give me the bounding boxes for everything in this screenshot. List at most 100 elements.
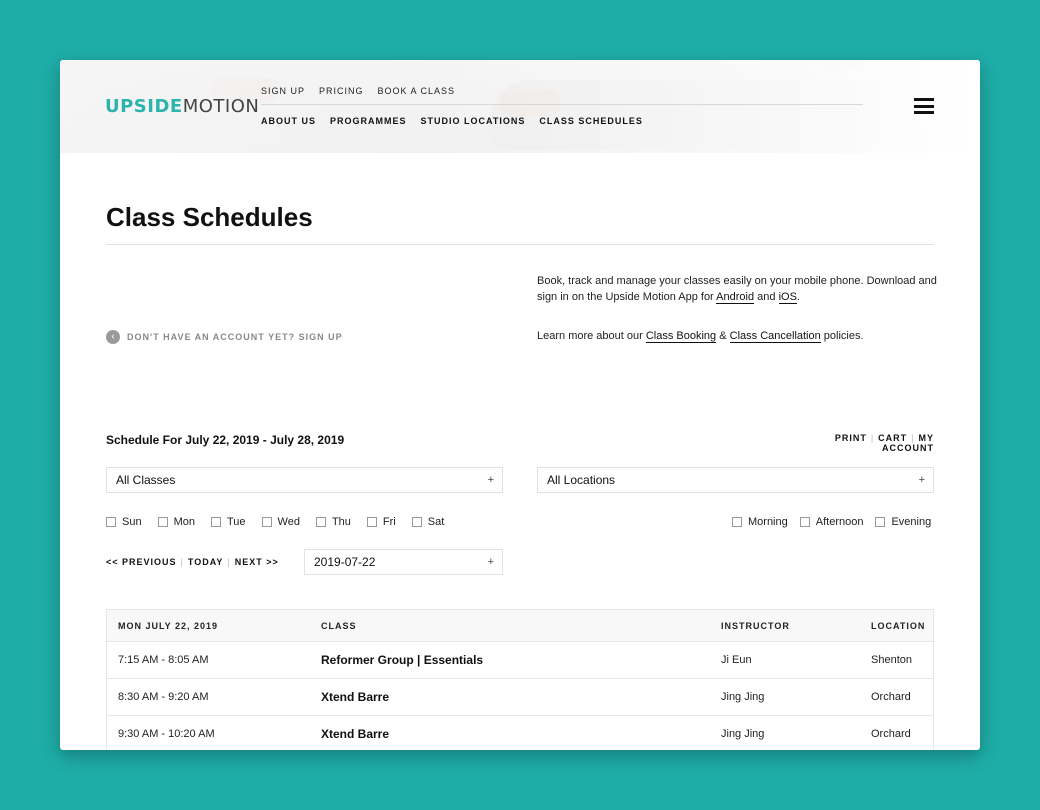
next-week-link[interactable]: NEXT >> bbox=[235, 557, 279, 567]
day-checkbox-tue[interactable]: Tue bbox=[210, 516, 246, 528]
header-class: CLASS bbox=[321, 621, 357, 631]
checkbox-icon bbox=[732, 517, 742, 527]
day-checkbox-thu[interactable]: Thu bbox=[315, 516, 351, 528]
class-location: Orchard bbox=[871, 691, 911, 703]
policy-paragraph: Learn more about our Class Booking & Cla… bbox=[537, 328, 937, 344]
checkbox-label: Thu bbox=[331, 516, 351, 528]
class-name[interactable]: Xtend Barre bbox=[321, 727, 389, 741]
class-booking-link[interactable]: Class Booking bbox=[645, 330, 717, 343]
class-instructor: Jing Jing bbox=[721, 691, 765, 703]
checkbox-icon bbox=[799, 517, 810, 527]
checkbox-icon bbox=[366, 517, 377, 527]
class-cancellation-link[interactable]: Class Cancellation bbox=[729, 330, 821, 343]
nav-class-schedules[interactable]: CLASS SCHEDULES bbox=[539, 116, 643, 126]
day-checkbox-sat[interactable]: Sat bbox=[411, 516, 445, 528]
checkbox-icon bbox=[261, 517, 272, 527]
checkbox-icon bbox=[411, 517, 422, 527]
class-name[interactable]: Xtend Barre bbox=[321, 690, 389, 704]
schedule-table: MON JULY 22, 2019 CLASS INSTRUCTOR LOCAT… bbox=[106, 609, 934, 750]
location-filter-select[interactable]: All Locations + bbox=[537, 467, 934, 493]
logo-upside: UPSIDE bbox=[105, 96, 183, 117]
table-header: MON JULY 22, 2019 CLASS INSTRUCTOR LOCAT… bbox=[107, 610, 933, 642]
checkbox-label: Sun bbox=[122, 516, 142, 528]
class-instructor: Jing Jing bbox=[721, 728, 765, 740]
checkbox-icon bbox=[875, 517, 886, 527]
nav-programmes[interactable]: PROGRAMMES bbox=[330, 116, 407, 126]
nav-studio-locations[interactable]: STUDIO LOCATIONS bbox=[421, 116, 526, 126]
checkbox-icon bbox=[157, 517, 168, 527]
checkbox-label: Tue bbox=[226, 516, 246, 528]
checkbox-label: Afternoon bbox=[815, 516, 864, 528]
date-picker[interactable]: 2019-07-22 + bbox=[304, 549, 503, 575]
nav-sign-up[interactable]: SIGN UP bbox=[261, 86, 305, 96]
top-nav: SIGN UP PRICING BOOK A CLASS bbox=[261, 86, 455, 96]
separator: | bbox=[911, 433, 915, 443]
time-filters: Morning Afternoon Evening bbox=[732, 516, 931, 528]
class-time: 9:30 AM - 10:20 AM bbox=[118, 728, 215, 740]
today-link[interactable]: TODAY bbox=[188, 557, 224, 567]
separator: | bbox=[180, 557, 184, 567]
title-divider bbox=[106, 244, 934, 245]
day-filters: Sun Mon Tue Wed Thu Fri Sat bbox=[106, 516, 460, 528]
checkbox-icon bbox=[315, 517, 326, 527]
class-time: 8:30 AM - 9:20 AM bbox=[118, 691, 209, 703]
time-checkbox-afternoon[interactable]: Afternoon bbox=[799, 516, 864, 528]
checkbox-label: Fri bbox=[382, 516, 396, 528]
signup-link[interactable]: ‹ DON'T HAVE AN ACCOUNT YET? SIGN UP bbox=[106, 330, 343, 344]
day-checkbox-sun[interactable]: Sun bbox=[106, 516, 142, 528]
nav-about-us[interactable]: ABOUT US bbox=[261, 116, 316, 126]
checkbox-label: Morning bbox=[748, 516, 788, 528]
account-links: PRINT | CART | MY ACCOUNT bbox=[790, 433, 934, 453]
day-checkbox-fri[interactable]: Fri bbox=[366, 516, 396, 528]
table-row[interactable]: 7:15 AM - 8:05 AM Reformer Group | Essen… bbox=[107, 642, 933, 679]
table-row[interactable]: 9:30 AM - 10:20 AM Xtend Barre Jing Jing… bbox=[107, 716, 933, 750]
page-title: Class Schedules bbox=[106, 202, 313, 232]
ios-link[interactable]: iOS bbox=[778, 291, 797, 304]
policy-text: & bbox=[716, 330, 730, 342]
header-hero: UPSIDEMOTION SIGN UP PRICING BOOK A CLAS… bbox=[60, 60, 980, 153]
location-filter-value: All Locations bbox=[547, 473, 616, 487]
checkbox-label: Evening bbox=[891, 516, 932, 528]
app-info: Book, track and manage your classes easi… bbox=[537, 273, 937, 367]
nav-pricing[interactable]: PRICING bbox=[319, 86, 364, 96]
table-row[interactable]: 8:30 AM - 9:20 AM Xtend Barre Jing Jing … bbox=[107, 679, 933, 716]
header-instructor: INSTRUCTOR bbox=[721, 621, 790, 631]
plus-icon: + bbox=[918, 474, 925, 486]
checkbox-icon bbox=[210, 517, 221, 527]
cart-link[interactable]: CART bbox=[878, 433, 907, 443]
nav-divider bbox=[261, 104, 863, 105]
separator: | bbox=[870, 433, 875, 443]
time-checkbox-morning[interactable]: Morning bbox=[732, 516, 788, 528]
plus-icon: + bbox=[487, 556, 494, 568]
day-checkbox-mon[interactable]: Mon bbox=[157, 516, 195, 528]
checkbox-label: Wed bbox=[277, 516, 300, 528]
signup-link-label: DON'T HAVE AN ACCOUNT YET? SIGN UP bbox=[127, 332, 343, 342]
checkbox-label: Sat bbox=[427, 516, 445, 528]
logo[interactable]: UPSIDEMOTION bbox=[105, 96, 259, 117]
class-name[interactable]: Reformer Group | Essentials bbox=[321, 653, 483, 667]
class-time: 7:15 AM - 8:05 AM bbox=[118, 654, 209, 666]
app-info-text: . bbox=[796, 291, 800, 303]
policy-text: Learn more about our bbox=[537, 330, 646, 342]
app-info-paragraph: Book, track and manage your classes easi… bbox=[537, 273, 937, 305]
print-link[interactable]: PRINT bbox=[835, 433, 867, 443]
logo-motion: MOTION bbox=[182, 96, 260, 117]
nav-book-a-class[interactable]: BOOK A CLASS bbox=[378, 86, 456, 96]
page-card: UPSIDEMOTION SIGN UP PRICING BOOK A CLAS… bbox=[60, 60, 980, 750]
date-value: 2019-07-22 bbox=[314, 555, 376, 569]
main-nav: ABOUT US PROGRAMMES STUDIO LOCATIONS CLA… bbox=[261, 116, 643, 126]
class-filter-value: All Classes bbox=[116, 473, 176, 487]
class-filter-select[interactable]: All Classes + bbox=[106, 467, 503, 493]
android-link[interactable]: Android bbox=[716, 291, 755, 304]
day-checkbox-wed[interactable]: Wed bbox=[261, 516, 300, 528]
header-location: LOCATION bbox=[871, 621, 926, 631]
hamburger-icon[interactable] bbox=[914, 98, 934, 114]
previous-week-link[interactable]: << PREVIOUS bbox=[106, 557, 177, 567]
class-location: Shenton bbox=[871, 654, 912, 666]
policy-text: policies. bbox=[820, 330, 864, 342]
week-pager: << PREVIOUS | TODAY | NEXT >> bbox=[106, 557, 279, 567]
schedule-heading: Schedule For July 22, 2019 - July 28, 20… bbox=[106, 433, 345, 447]
time-checkbox-evening[interactable]: Evening bbox=[875, 516, 931, 528]
plus-icon: + bbox=[487, 474, 494, 486]
app-info-text: and bbox=[754, 291, 779, 303]
